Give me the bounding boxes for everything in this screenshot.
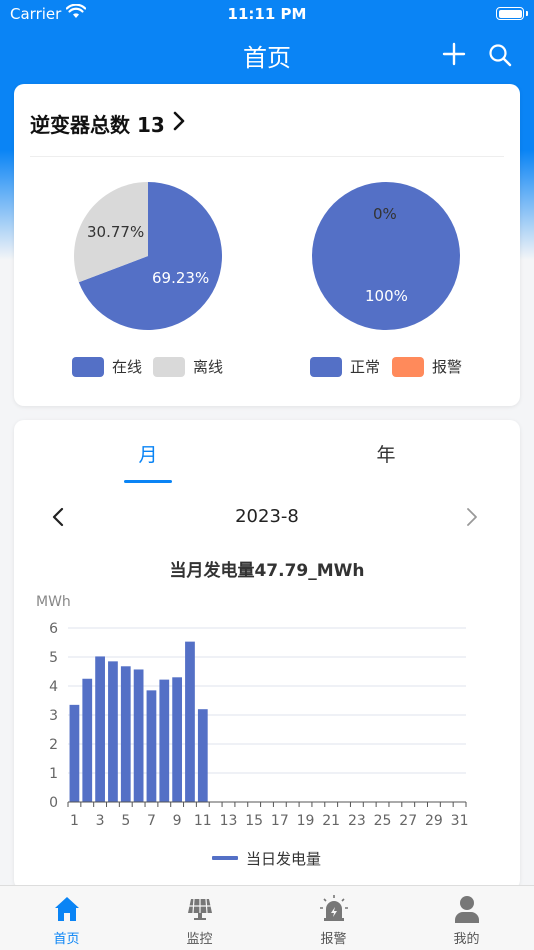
alarm-percent-label: 0%	[373, 205, 397, 223]
bar-day-11	[197, 709, 208, 802]
home-icon	[54, 897, 79, 921]
bar-day-8	[159, 679, 170, 802]
bar-day-4	[108, 661, 118, 802]
x-tick-label: 29	[425, 813, 443, 829]
y-tick-label: 1	[49, 766, 58, 782]
tabbar-home-label: 首页	[53, 932, 80, 947]
legend-swatch-normal	[310, 356, 342, 377]
battery-tip	[526, 11, 528, 16]
legend-label-daily[interactable]: 当日发电量	[246, 850, 321, 868]
y-tick-label: 3	[49, 708, 58, 724]
legend-swatch-online	[72, 356, 104, 377]
bar-day-7	[146, 690, 157, 802]
x-tick-label: 23	[348, 813, 366, 829]
legend-label-online: 在线	[112, 358, 143, 376]
legend-alarm[interactable]: 报警	[392, 356, 462, 377]
search-icon[interactable]	[487, 42, 513, 68]
legend-label-alarm: 报警	[432, 358, 463, 376]
x-tick-label: 13	[220, 813, 238, 829]
daily-energy-bar-chart: MWh01234561 3 5 7 9 11 13 15 17 19 21 23 25 27 29 31当日发…	[36, 594, 469, 868]
online-offline-pie	[73, 182, 223, 330]
tabbar-alarm-label: 报警	[320, 932, 347, 947]
alarm-light-icon	[319, 895, 348, 921]
bar-day-5	[120, 666, 131, 802]
inverter-total-link[interactable]: 逆变器总数 13	[30, 109, 165, 138]
bar-day-6	[133, 669, 144, 802]
legend-offline[interactable]: 离线	[153, 356, 223, 377]
y-unit-label: MWh	[36, 594, 71, 610]
legend-swatch-offline	[153, 356, 185, 377]
tabbar-mine[interactable]: 我的	[400, 886, 533, 950]
offline-percent-label: 30.77%	[87, 223, 145, 241]
bar-day-1	[69, 704, 80, 802]
y-tick-label: 5	[49, 650, 58, 666]
bar-day-2	[82, 678, 93, 802]
tabbar-home[interactable]: 首页	[0, 886, 133, 950]
x-tick-label: 21	[322, 813, 340, 829]
x-tick-label: 19	[297, 813, 315, 829]
legend-label-offline: 离线	[193, 358, 224, 376]
x-tick-label: 5	[121, 813, 130, 829]
x-tick-label: 25	[374, 813, 392, 829]
online-percent-label: 69.23%	[152, 269, 210, 287]
tabbar-monitor-label: 监控	[186, 932, 213, 947]
energy-card: 月 年 2023-8 当月发电量47.79_MWh MWh 0 1 2 3 4 5 6 1 3 5 7…	[14, 420, 520, 890]
tabbar-mine-label: 我的	[453, 932, 480, 947]
normal-percent-label: 100%	[365, 287, 408, 305]
bottom-tab-bar: 首页 监控 报警 我的	[0, 885, 534, 950]
x-tick-label: 31	[451, 813, 469, 829]
inverter-summary-card: 逆变器总数 13 30.77% 69.23% 0% 100% 在线 离线 正常 …	[14, 84, 520, 406]
bar-day-9	[172, 677, 183, 802]
x-tick-label: 17	[271, 813, 289, 829]
battery-icon	[496, 7, 524, 20]
legend-normal[interactable]: 正常	[310, 356, 380, 377]
x-tick-label: 11	[194, 813, 212, 829]
bar-day-10	[185, 641, 195, 802]
x-tick-label: 9	[173, 813, 182, 829]
x-tick-label: 1	[70, 813, 79, 829]
y-tick-label: 0	[49, 795, 58, 811]
x-tick-label: 27	[399, 813, 417, 829]
y-tick-label: 4	[49, 679, 58, 695]
tabbar-alarm[interactable]: 报警	[267, 886, 400, 950]
y-tick-label: 2	[49, 737, 58, 753]
add-button[interactable]	[440, 40, 468, 68]
status-time: 11:11 PM	[227, 5, 307, 23]
bar-day-3	[95, 656, 105, 802]
x-tick-label: 3	[96, 813, 105, 829]
y-tick-label: 6	[49, 621, 58, 637]
legend-label-normal: 正常	[350, 358, 381, 376]
legend-swatch-daily	[212, 856, 238, 860]
solar-panel-icon	[187, 898, 212, 920]
legend-swatch-alarm	[392, 356, 424, 377]
x-tick-label: 15	[245, 813, 263, 829]
x-tick-label: 7	[147, 813, 156, 829]
tabbar-monitor[interactable]: 监控	[133, 886, 266, 950]
user-icon	[454, 896, 479, 923]
chevron-right-icon[interactable]	[172, 110, 186, 132]
normal-alarm-pie	[312, 182, 460, 330]
legend-online[interactable]: 在线	[72, 356, 142, 377]
card-divider	[30, 156, 504, 157]
status-bar: Carrier 11:11 PM	[0, 0, 534, 28]
